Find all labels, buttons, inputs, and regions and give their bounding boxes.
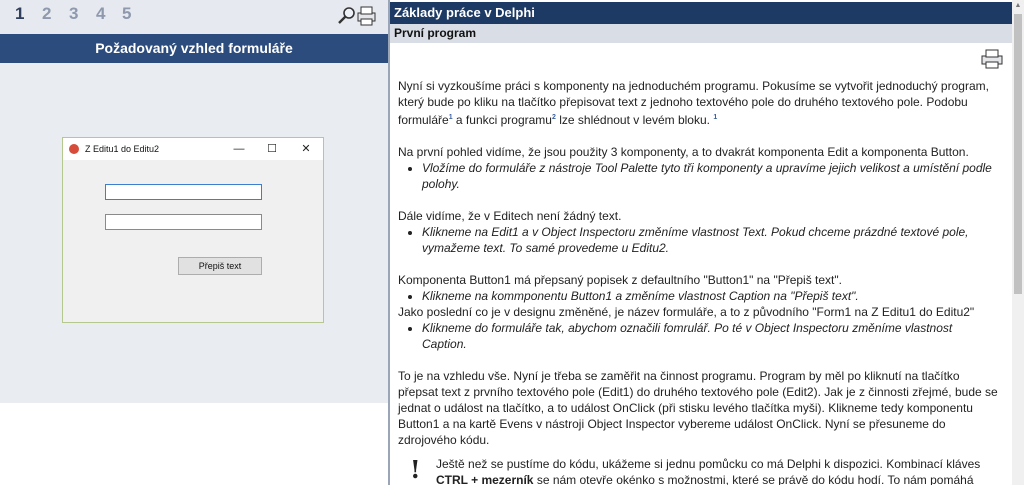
delphi-app-icon [69, 144, 79, 154]
left-pane: 1 2 3 4 5 Požadovaný vzhled formuláře Z [0, 0, 388, 485]
prepis-text-button[interactable]: Přepiš text [178, 257, 262, 275]
page-title: Základy práce v Delphi [390, 2, 1012, 24]
paragraph-program: To je na vzhledu vše. Nyní je třeba se z… [398, 369, 998, 447]
print-page-icon[interactable] [980, 48, 1004, 70]
step-1-link[interactable]: 1 [15, 4, 24, 24]
intro-text-3: lze shlédnout v levém bloku. [555, 113, 714, 127]
left-pane-title: Požadovaný vzhled formuláře [0, 34, 388, 63]
scrollbar[interactable]: ▲ [1012, 0, 1024, 485]
instruction-item: Vložíme do formuláře z nástroje Tool Pal… [422, 160, 998, 192]
scrollbar-thumb[interactable] [1014, 14, 1022, 294]
minimize-icon[interactable]: — [224, 138, 254, 160]
instruction-item: Klikneme na Edit1 a v Object Inspectoru … [422, 224, 998, 256]
paragraph-edits: Dále vidíme, že v Editech není žádný tex… [398, 209, 622, 223]
intro-text-2: a funkci programu [452, 113, 552, 127]
edit1-field[interactable] [105, 184, 262, 200]
step-5-link[interactable]: 5 [122, 4, 131, 24]
delphi-form-preview: Z Editu1 do Editu2 — ☐ ✕ Přepiš text [62, 137, 324, 323]
section-title: První program [390, 24, 1012, 43]
step-4-link[interactable]: 4 [96, 4, 105, 24]
footnote-link[interactable]: 1 [713, 114, 717, 121]
step-toolbar: 1 2 3 4 5 [0, 0, 388, 34]
right-pane: Základy práce v Delphi První program Nyn… [390, 0, 1012, 485]
instruction-item: Klikneme na kommponentu Button1 a změním… [422, 288, 998, 304]
paragraph-form-name: Jako poslední co je v designu změněné, j… [398, 305, 975, 319]
shortcut-text: CTRL + mezerník [436, 473, 534, 485]
maximize-icon[interactable]: ☐ [257, 138, 287, 160]
instruction-item: Klikneme do formuláře tak, abychom označ… [422, 320, 998, 352]
lesson-content: Nyní si vyzkoušíme práci s komponenty na… [398, 78, 998, 485]
paragraph-components: Na první pohled vidíme, že jsou použity … [398, 145, 969, 159]
paragraph-intro: Nyní si vyzkoušíme práci s komponenty na… [398, 78, 998, 128]
form-titlebar: Z Editu1 do Editu2 — ☐ ✕ [63, 138, 323, 160]
magnifier-icon[interactable] [338, 7, 355, 24]
step-2-link[interactable]: 2 [42, 4, 51, 24]
tip-text: Ještě než se pustíme do kódu, ukážeme si… [436, 457, 981, 471]
tool-icons [336, 5, 378, 27]
form-caption: Z Editu1 do Editu2 [85, 144, 160, 154]
step-3-link[interactable]: 3 [69, 4, 78, 24]
paragraph-button: Komponenta Button1 má přepsaný popisek z… [398, 273, 842, 287]
scroll-up-icon[interactable]: ▲ [1012, 0, 1024, 12]
printer-icon[interactable] [357, 6, 376, 26]
edit2-field[interactable] [105, 214, 262, 230]
exclamation-icon: ! [410, 455, 421, 484]
tip-note: ! Ještě než se pustíme do kódu, ukážeme … [398, 456, 998, 485]
close-icon[interactable]: ✕ [291, 138, 321, 160]
